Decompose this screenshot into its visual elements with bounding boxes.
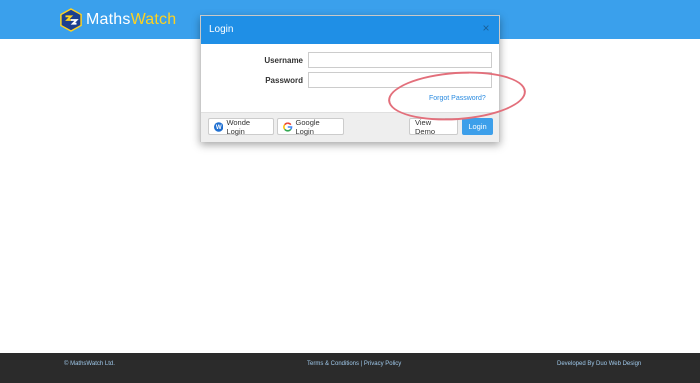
google-login-label: Google Login	[295, 117, 320, 136]
google-icon	[283, 121, 293, 132]
login-modal: Login × Username Password Forgot Passwor…	[200, 15, 500, 142]
view-demo-label: View Demo	[415, 117, 436, 136]
password-input[interactable]	[308, 72, 492, 88]
wonde-login-label: Wonde Login	[226, 117, 251, 136]
login-button[interactable]: Login	[462, 118, 493, 135]
wonde-login-button[interactable]: W Wonde Login	[208, 117, 274, 136]
brand-name-part2: Watch	[130, 11, 177, 28]
close-icon[interactable]: ×	[480, 21, 492, 35]
brand-name-part1: Maths	[86, 11, 131, 28]
modal-title: Login	[209, 24, 234, 35]
footer-links[interactable]: Terms & Conditions | Privacy Policy	[307, 361, 401, 367]
modal-footer: W Wonde Login Google Login View Demo Log…	[201, 112, 499, 142]
footer-copyright: © MathsWatch Ltd.	[64, 361, 115, 367]
password-label: Password	[265, 76, 303, 85]
mathswatch-logo-icon	[60, 8, 82, 32]
view-demo-button[interactable]: View Demo	[409, 117, 458, 136]
modal-header: Login ×	[201, 16, 499, 44]
google-login-button[interactable]: Google Login	[277, 117, 344, 136]
footer-developer[interactable]: Developed By Duo Web Design	[557, 361, 641, 367]
username-input[interactable]	[308, 52, 492, 68]
wonde-icon: W	[214, 121, 224, 132]
login-button-label: Login	[468, 122, 487, 131]
username-label: Username	[264, 56, 303, 65]
page-footer: © MathsWatch Ltd. Terms & Conditions | P…	[0, 353, 700, 383]
svg-text:W: W	[216, 124, 222, 131]
brand-name: MathsWatch	[86, 11, 176, 29]
forgot-password-link[interactable]: Forgot Password?	[429, 95, 486, 102]
brand-logo[interactable]: MathsWatch	[60, 7, 176, 33]
